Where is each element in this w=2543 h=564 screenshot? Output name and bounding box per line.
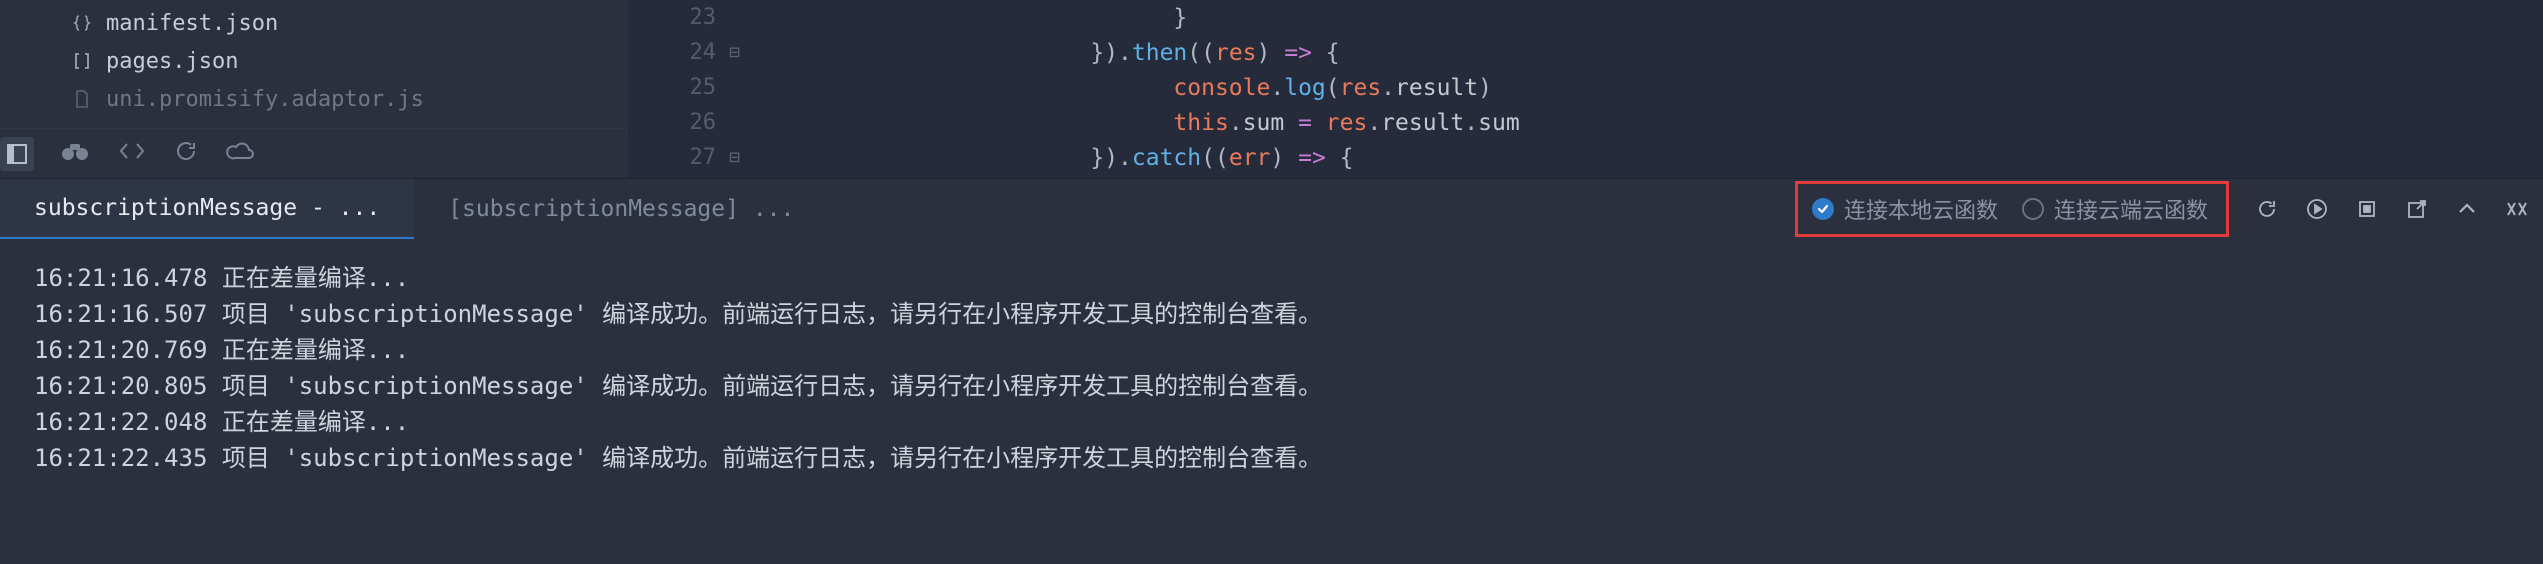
code-line[interactable]: } bbox=[758, 0, 2543, 35]
file-label: manifest.json bbox=[106, 11, 278, 36]
panel-tab-active[interactable]: subscriptionMessage - ... bbox=[0, 179, 414, 239]
radio-remote-cloud-function[interactable]: 连接云端云函数 bbox=[2022, 193, 2208, 225]
code-icon[interactable] bbox=[118, 140, 146, 167]
radio-unchecked-icon bbox=[2022, 198, 2044, 220]
log-line: 16:21:16.507 项目 'subscriptionMessage' 编译… bbox=[34, 293, 2513, 329]
code-line[interactable]: }).then((res) => { bbox=[758, 35, 2543, 70]
log-line: 16:21:22.048 正在差量编译... bbox=[34, 401, 2513, 437]
file-item-promisify[interactable]: uni.promisify.adaptor.js bbox=[0, 80, 628, 118]
radio-label: 连接本地云函数 bbox=[1844, 193, 1998, 225]
gutter-line: 25 bbox=[628, 70, 758, 105]
play-circle-icon[interactable] bbox=[2305, 197, 2329, 221]
close-all-icon[interactable] bbox=[2505, 197, 2529, 221]
file-item-pages[interactable]: pages.json bbox=[0, 42, 628, 80]
panel-tab-label: subscriptionMessage - ... bbox=[34, 195, 380, 221]
refresh-icon[interactable] bbox=[174, 139, 198, 168]
log-line: 16:21:20.769 正在差量编译... bbox=[34, 329, 2513, 365]
code-line[interactable]: }).catch((err) => { bbox=[758, 140, 2543, 175]
editor-code[interactable]: } }).then((res) => { console.log(res.res… bbox=[758, 0, 2543, 178]
log-line: 16:21:22.435 项目 'subscriptionMessage' 编译… bbox=[34, 437, 2513, 473]
braces-icon bbox=[70, 13, 94, 33]
file-label: uni.promisify.adaptor.js bbox=[106, 87, 424, 112]
file-icon bbox=[70, 89, 94, 109]
file-explorer-sidebar: manifest.json pages.json uni.promisify.a… bbox=[0, 0, 628, 178]
panel-tab-label: [subscriptionMessage] ... bbox=[448, 196, 794, 222]
export-icon[interactable] bbox=[2405, 197, 2429, 221]
code-line[interactable]: this.sum = res.result.sum bbox=[758, 105, 2543, 140]
log-line: 16:21:16.478 正在差量编译... bbox=[34, 257, 2513, 293]
chevron-up-icon[interactable] bbox=[2455, 197, 2479, 221]
code-editor[interactable]: 2324⊟252627⊟ } }).then((res) => { consol… bbox=[628, 0, 2543, 178]
log-line: 16:21:20.805 项目 'subscriptionMessage' 编译… bbox=[34, 365, 2513, 401]
panel-tab-secondary[interactable]: [subscriptionMessage] ... bbox=[414, 179, 828, 239]
stop-icon[interactable] bbox=[2355, 197, 2379, 221]
file-list: manifest.json pages.json uni.promisify.a… bbox=[0, 0, 628, 128]
sidebar-tab-indicator[interactable] bbox=[0, 137, 34, 171]
cloud-icon[interactable] bbox=[226, 140, 256, 167]
sidebar-bottom-toolbar bbox=[0, 128, 628, 178]
file-label: pages.json bbox=[106, 49, 238, 74]
gutter-line: 26 bbox=[628, 105, 758, 140]
rerun-icon[interactable] bbox=[2255, 197, 2279, 221]
gutter-line: 23 bbox=[628, 0, 758, 35]
radio-checked-icon bbox=[1812, 198, 1834, 220]
gutter-line: 27⊟ bbox=[628, 140, 758, 175]
brackets-icon bbox=[70, 51, 94, 71]
radio-label: 连接云端云函数 bbox=[2054, 193, 2208, 225]
editor-gutter: 2324⊟252627⊟ bbox=[628, 0, 758, 178]
bottom-panel: subscriptionMessage - ... [subscriptionM… bbox=[0, 178, 2543, 564]
file-item-manifest[interactable]: manifest.json bbox=[0, 4, 628, 42]
binoculars-icon[interactable] bbox=[60, 140, 90, 167]
code-line[interactable]: console.log(res.result) bbox=[758, 70, 2543, 105]
cloud-function-mode-group: 连接本地云函数 连接云端云函数 bbox=[1795, 181, 2229, 237]
panel-tab-bar: subscriptionMessage - ... [subscriptionM… bbox=[0, 179, 2543, 239]
radio-local-cloud-function[interactable]: 连接本地云函数 bbox=[1812, 193, 1998, 225]
console-output[interactable]: 16:21:16.478 正在差量编译...16:21:16.507 项目 's… bbox=[0, 239, 2543, 564]
gutter-line: 24⊟ bbox=[628, 35, 758, 70]
